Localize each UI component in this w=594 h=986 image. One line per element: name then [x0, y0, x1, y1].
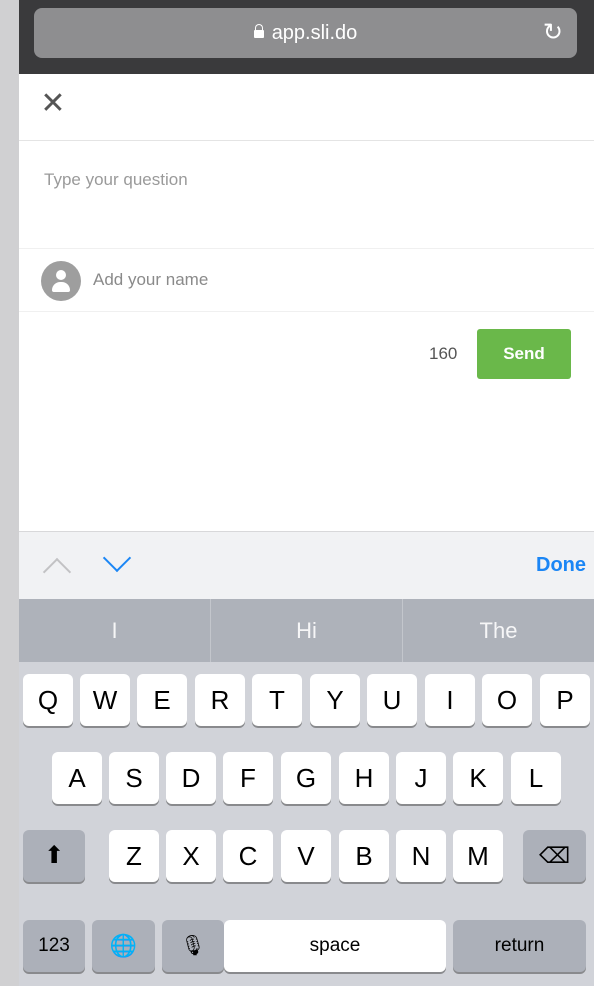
numbers-key[interactable]: 123 — [23, 920, 85, 972]
key-b[interactable]: B — [339, 830, 389, 882]
device-screen: app.sli.do ↻ ✕ Type your question Add yo… — [19, 0, 594, 986]
keyboard-accessory-bar: Done — [19, 531, 594, 600]
key-g[interactable]: G — [281, 752, 331, 804]
left-edge — [0, 0, 19, 986]
question-field[interactable]: Type your question — [19, 142, 594, 249]
done-button[interactable]: Done — [536, 554, 586, 577]
key-n[interactable]: N — [396, 830, 446, 882]
return-key[interactable]: return — [453, 920, 586, 972]
key-z[interactable]: Z — [109, 830, 159, 882]
key-m[interactable]: M — [453, 830, 503, 882]
key-q[interactable]: Q — [23, 674, 73, 726]
key-k[interactable]: K — [453, 752, 503, 804]
chevron-up-icon[interactable] — [42, 557, 72, 587]
key-e[interactable]: E — [137, 674, 187, 726]
character-counter: 160 — [429, 344, 458, 363]
avatar-icon — [41, 261, 81, 301]
key-w[interactable]: W — [80, 674, 130, 726]
browser-bar: app.sli.do ↻ — [19, 0, 594, 74]
shift-key[interactable]: ⬆ — [23, 830, 85, 882]
question-placeholder: Type your question — [44, 170, 188, 189]
address-bar[interactable]: app.sli.do ↻ — [34, 8, 577, 58]
key-h[interactable]: H — [339, 752, 389, 804]
send-button[interactable]: Send — [477, 329, 571, 379]
predictive-text-bar: I Hi The — [19, 599, 594, 662]
url-text: app.sli.do — [271, 22, 358, 44]
key-t[interactable]: T — [252, 674, 302, 726]
key-j[interactable]: J — [396, 752, 446, 804]
key-i[interactable]: I — [425, 674, 475, 726]
lock-icon — [253, 24, 264, 38]
key-y[interactable]: Y — [310, 674, 360, 726]
modal-header: ✕ — [19, 74, 594, 141]
key-a[interactable]: A — [52, 752, 102, 804]
key-r[interactable]: R — [195, 674, 245, 726]
key-v[interactable]: V — [281, 830, 331, 882]
key-o[interactable]: O — [482, 674, 532, 726]
key-x[interactable]: X — [166, 830, 216, 882]
globe-icon[interactable]: 🌐 — [92, 920, 155, 972]
on-screen-keyboard: Q W E R T Y U I O P A S D F G H J K L ⬆ … — [19, 662, 594, 986]
microphone-icon[interactable]: 🎙 — [162, 920, 224, 972]
key-u[interactable]: U — [367, 674, 417, 726]
key-c[interactable]: C — [223, 830, 273, 882]
chevron-down-icon[interactable] — [102, 543, 132, 573]
name-placeholder: Add your name — [93, 270, 209, 289]
key-l[interactable]: L — [511, 752, 561, 804]
key-d[interactable]: D — [166, 752, 216, 804]
space-key[interactable]: space — [224, 920, 446, 972]
key-s[interactable]: S — [109, 752, 159, 804]
key-p[interactable]: P — [540, 674, 590, 726]
prediction-item[interactable]: Hi — [211, 599, 403, 662]
close-icon[interactable]: ✕ — [37, 88, 69, 120]
key-f[interactable]: F — [223, 752, 273, 804]
prediction-item[interactable]: I — [19, 599, 211, 662]
backspace-key[interactable]: ⌫ — [523, 830, 586, 882]
name-field[interactable]: Add your name — [19, 249, 594, 312]
reload-icon[interactable]: ↻ — [543, 18, 563, 46]
prediction-item[interactable]: The — [403, 599, 594, 662]
url-display: app.sli.do — [34, 22, 577, 45]
